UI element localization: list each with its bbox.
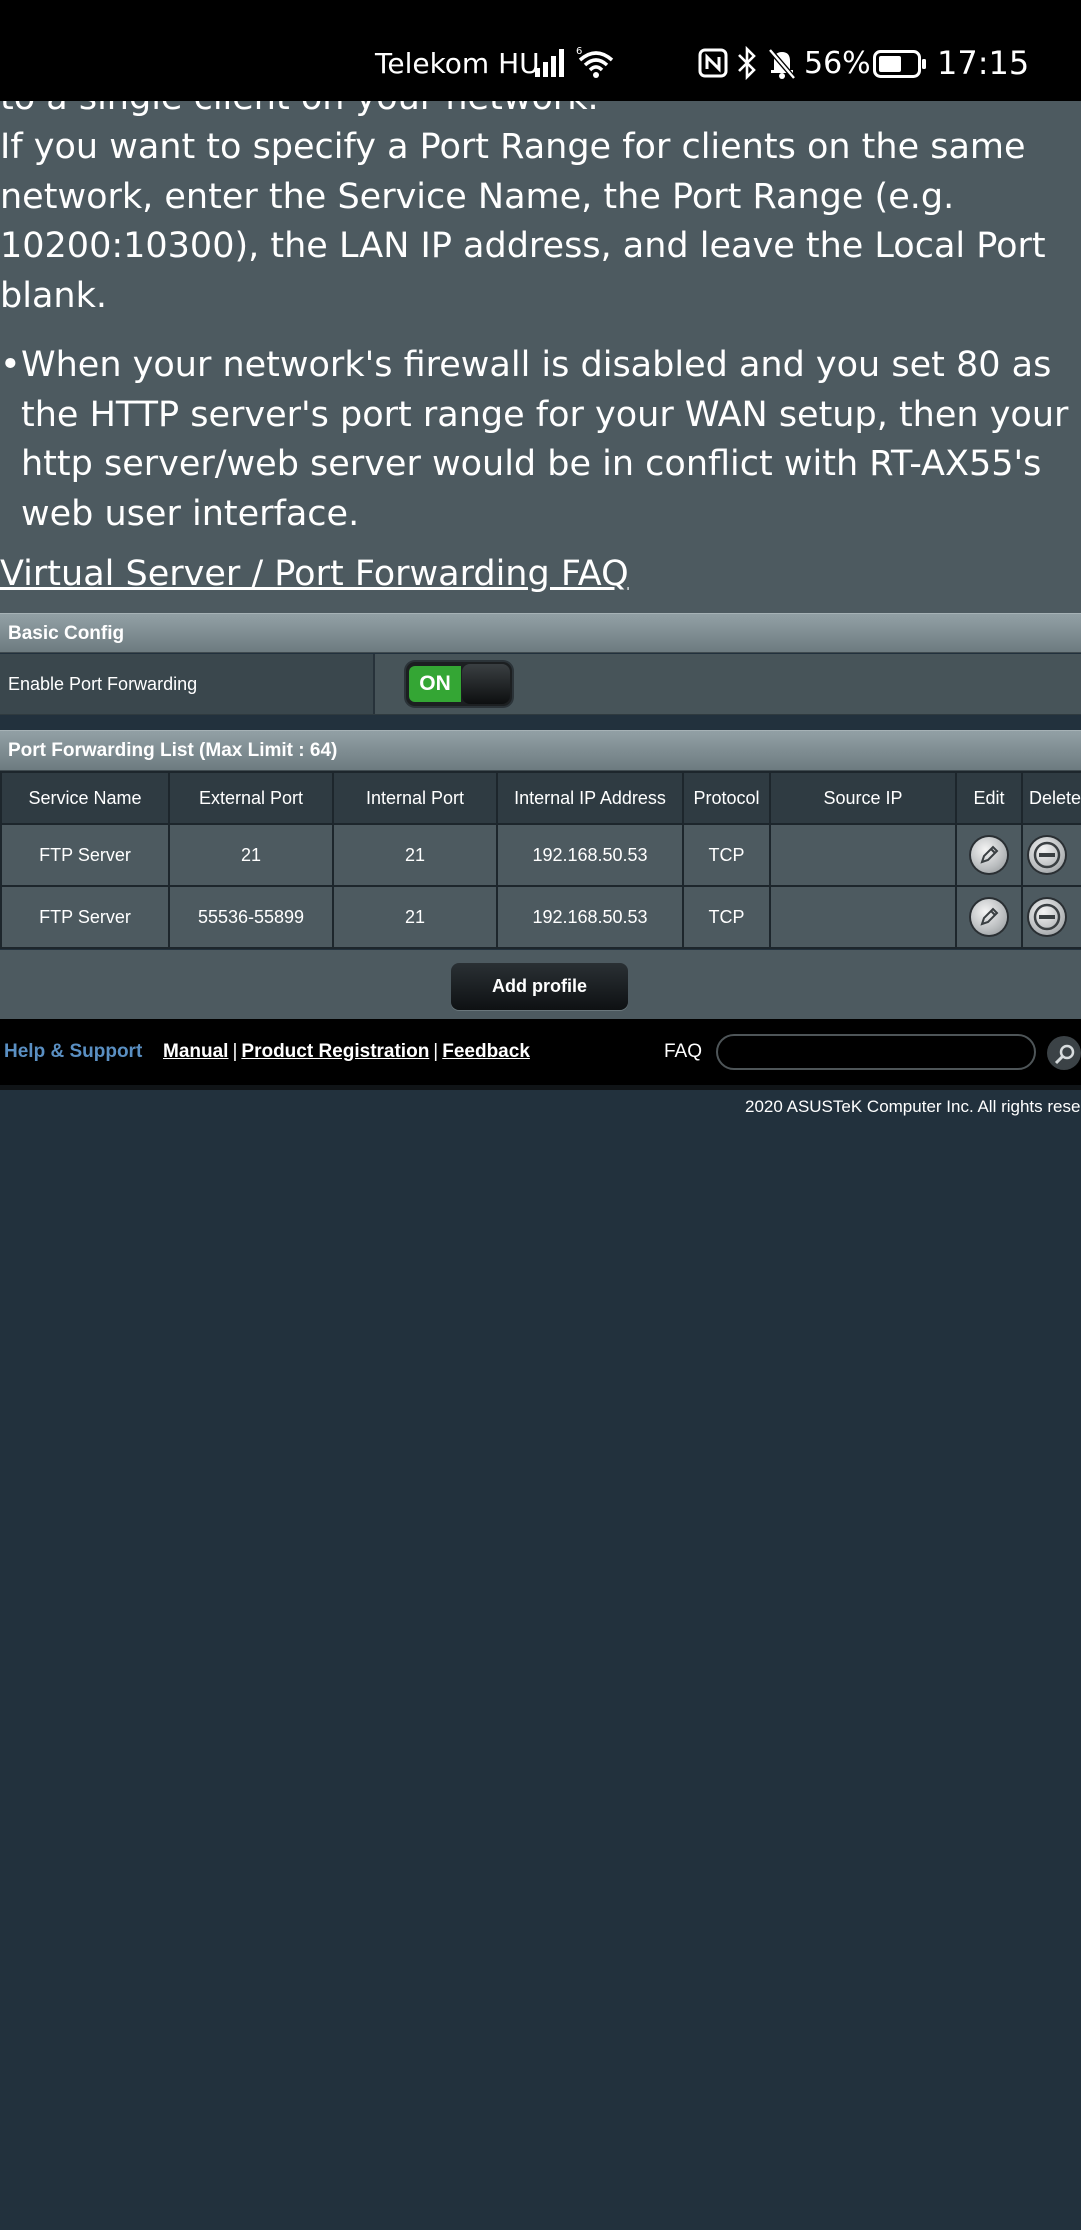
cell-edit: [955, 885, 1023, 949]
cell-internal-ip: 192.168.50.53: [496, 823, 684, 887]
faq-label: FAQ: [664, 1041, 703, 1062]
port-forwarding-faq-link[interactable]: Virtual Server / Port Forwarding FAQ: [0, 549, 629, 599]
pencil-icon: [980, 907, 999, 926]
feedback-link[interactable]: Feedback: [442, 1041, 530, 1062]
port-forwarding-toggle[interactable]: ON: [406, 662, 512, 706]
table-row: FTP Server 21 21 192.168.50.53 TCP: [0, 823, 1081, 887]
cell-delete: [1021, 823, 1081, 887]
toggle-knob: [462, 664, 510, 704]
battery-percent: 56%: [804, 46, 871, 81]
manual-link[interactable]: Manual: [163, 1041, 228, 1062]
footer-bar: Help & Support Manual | Product Registrati…: [0, 1019, 1081, 1085]
cell-external-port: 55536-55899: [168, 885, 334, 949]
cell-internal-port: 21: [332, 823, 498, 887]
column-header-source-ip: Source IP: [769, 771, 957, 825]
cell-protocol: TCP: [682, 823, 771, 887]
column-header-protocol: Protocol: [682, 771, 771, 825]
bullet-dot: •: [0, 345, 21, 385]
help-support-label: Help & Support: [4, 1041, 143, 1062]
battery-icon: [873, 50, 926, 78]
help-text-area: to a single client on your network. If y…: [0, 101, 1081, 613]
nfc-icon: [698, 48, 728, 78]
link-separator: |: [433, 1041, 439, 1062]
edit-button[interactable]: [971, 899, 1007, 935]
toggle-on-label: ON: [409, 666, 461, 702]
delete-button[interactable]: [1029, 899, 1065, 935]
product-registration-link[interactable]: Product Registration: [241, 1041, 429, 1062]
carrier-name: Telekom HU: [375, 47, 540, 80]
footer-links: Manual | Product Registration | Feedback: [163, 1019, 530, 1085]
edit-button[interactable]: [971, 837, 1007, 873]
signal-icon: [535, 49, 564, 77]
mute-bell-icon: [768, 48, 796, 80]
column-header-delete: Delete: [1021, 771, 1081, 825]
status-bar: Telekom HU 6 56% 17:15: [0, 0, 1081, 101]
cell-service-name: FTP Server: [0, 885, 170, 949]
cell-internal-port: 21: [332, 885, 498, 949]
network-type-label: 6: [576, 46, 582, 57]
help-bullet-text: When your network's firewall is disabled…: [21, 345, 1069, 534]
port-forwarding-table: Service Name External Port Internal Port…: [0, 771, 1081, 949]
table-footer: Add profile: [0, 950, 1081, 1019]
delete-button[interactable]: [1029, 837, 1065, 873]
table-row: FTP Server 55536-55899 21 192.168.50.53 …: [0, 885, 1081, 949]
cell-delete: [1021, 885, 1081, 949]
table-header-row: Service Name External Port Internal Port…: [0, 771, 1081, 825]
help-paragraph-port-range: If you want to specify a Port Range for …: [0, 127, 1046, 316]
basic-config-header: Basic Config: [0, 613, 1081, 653]
clock-time: 17:15: [937, 44, 1030, 82]
help-text-cut-line: to a single client on your network.: [0, 101, 599, 124]
column-header-service-name: Service Name: [0, 771, 170, 825]
pencil-icon: [980, 845, 999, 864]
cell-internal-ip: 192.168.50.53: [496, 885, 684, 949]
enable-port-forwarding-label: Enable Port Forwarding: [0, 654, 375, 714]
cell-source-ip: [769, 823, 957, 887]
enable-port-forwarding-row: Enable Port Forwarding ON: [0, 654, 1081, 715]
search-icon: [1054, 1044, 1075, 1065]
column-header-internal-port: Internal Port: [332, 771, 498, 825]
cell-service-name: FTP Server: [0, 823, 170, 887]
cell-external-port: 21: [168, 823, 334, 887]
cell-source-ip: [769, 885, 957, 949]
link-separator: |: [232, 1041, 238, 1062]
footer-divider: [0, 1085, 1081, 1090]
copyright-text: 2020 ASUSTeK Computer Inc. All rights re…: [745, 1097, 1081, 1116]
bluetooth-icon: [738, 46, 756, 80]
minus-circle-icon: [1033, 841, 1061, 869]
cell-protocol: TCP: [682, 885, 771, 949]
wifi-icon: 6: [576, 46, 614, 78]
faq-search-button[interactable]: [1047, 1036, 1081, 1070]
cell-edit: [955, 823, 1023, 887]
column-header-edit: Edit: [955, 771, 1023, 825]
minus-circle-icon: [1033, 903, 1061, 931]
column-header-internal-ip: Internal IP Address: [496, 771, 684, 825]
faq-search-input[interactable]: [716, 1034, 1036, 1070]
column-header-external-port: External Port: [168, 771, 334, 825]
add-profile-button[interactable]: Add profile: [451, 963, 628, 1010]
port-forwarding-list-header: Port Forwarding List (Max Limit : 64): [0, 730, 1081, 771]
